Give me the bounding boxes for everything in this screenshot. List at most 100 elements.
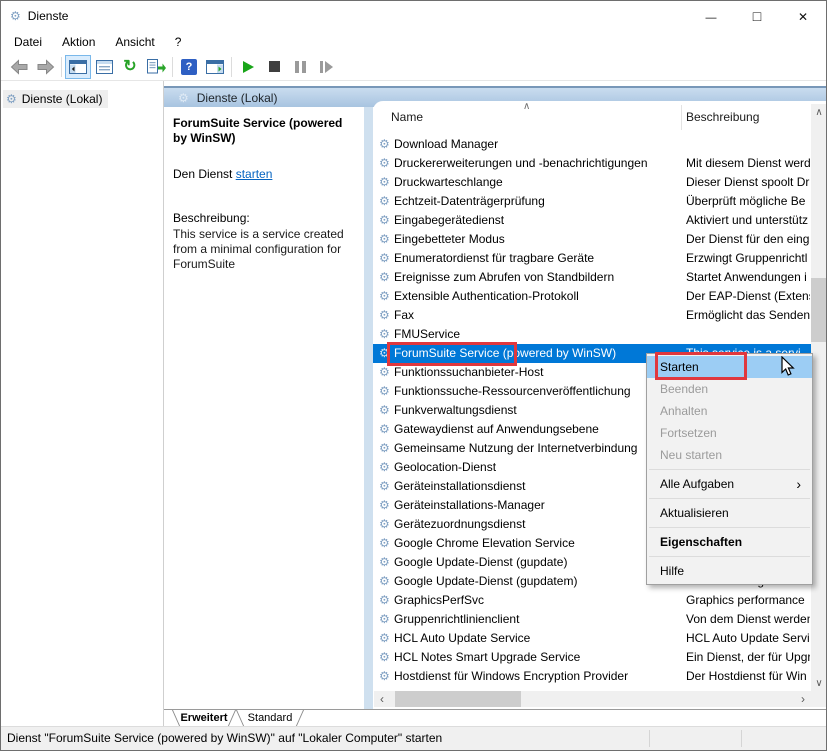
status-text: Dienst "ForumSuite Service (powered by W… xyxy=(7,731,442,745)
list-item-extensible-authentication-protokoll[interactable]: Extensible Authentication-Protokoll Der E… xyxy=(373,287,811,306)
service-gear-icon xyxy=(379,537,390,549)
help-icon xyxy=(181,59,197,75)
service-gear-icon xyxy=(379,423,390,435)
list-item-gruppenrichtlinienclient[interactable]: GruppenrichtlinienclientVon dem Dienst w… xyxy=(373,610,811,629)
toolbar-show-action-pane-button[interactable] xyxy=(202,55,228,79)
list-item-enumeratordienst-f-r-tragbare-ger-te[interactable]: Enumeratordienst für tragbare GeräteErzw… xyxy=(373,249,811,268)
service-name: Funktionssuchanbieter-Host xyxy=(394,365,543,379)
menu-separator xyxy=(649,469,810,470)
service-action-prefix: Den Dienst xyxy=(173,167,236,181)
service-description: Aktiviert und unterstütz xyxy=(686,213,810,227)
window-controls xyxy=(688,1,826,31)
service-description: Graphics performance xyxy=(686,593,810,607)
toolbar-refresh-button[interactable] xyxy=(117,55,143,79)
context-menu-item-fortsetzen[interactable]: Fortsetzen xyxy=(647,422,812,444)
list-item-fax[interactable]: FaxErmöglicht das Senden xyxy=(373,306,811,325)
service-action: Den Dienst starten xyxy=(173,167,272,181)
service-gear-icon xyxy=(379,157,390,169)
toolbar-back-button[interactable] xyxy=(6,55,32,79)
minimize-button[interactable] xyxy=(688,1,734,31)
pause-service-icon xyxy=(295,61,306,73)
tab-erweitert[interactable]: Erweitert xyxy=(172,710,236,728)
toolbar-restart-service-button[interactable] xyxy=(313,55,339,79)
service-name: Echtzeit-Datenträgerprüfung xyxy=(394,194,545,208)
service-name: Ereignisse zum Abrufen von Standbildern xyxy=(394,270,614,284)
list-item-graphicsperfsvc[interactable]: GraphicsPerfSvcGraphics performance xyxy=(373,591,811,610)
toolbar-stop-service-button[interactable] xyxy=(261,55,287,79)
service-name: FMUService xyxy=(394,327,460,341)
service-name: Extensible Authentication-Protokoll xyxy=(394,289,579,303)
column-header-name[interactable]: Name xyxy=(391,110,423,124)
menu-?[interactable]: ? xyxy=(165,32,192,52)
menu-separator xyxy=(649,498,810,499)
maximize-button[interactable] xyxy=(734,1,780,31)
back-icon xyxy=(10,59,29,75)
services-app-icon xyxy=(10,10,21,22)
list-item-druckererweiterungen-und-benachrichtigungen[interactable]: Druckererweiterungen und -benachrichtigu… xyxy=(373,154,811,173)
close-button[interactable] xyxy=(780,1,826,31)
toolbar-show-console-tree-button[interactable] xyxy=(65,55,91,79)
toolbar-pause-service-button[interactable] xyxy=(287,55,313,79)
scroll-down-icon[interactable] xyxy=(811,675,827,691)
list-item-hcl-auto-update-service[interactable]: HCL Auto Update ServiceHCL Auto Update S… xyxy=(373,629,811,648)
service-gear-icon xyxy=(379,290,390,302)
statusbar-divider xyxy=(741,730,742,747)
list-item-echtzeit-datentr-gerpr-fung[interactable]: Echtzeit-DatenträgerprüfungÜberprüft mög… xyxy=(373,192,811,211)
start-service-icon xyxy=(243,61,254,73)
sort-ascending-icon xyxy=(523,101,530,112)
menu-ansicht[interactable]: Ansicht xyxy=(105,32,164,52)
service-description: Der Dienst für den eing xyxy=(686,232,810,246)
start-service-link[interactable]: starten xyxy=(236,167,273,181)
toolbar-start-service-button[interactable] xyxy=(235,55,261,79)
export-list-icon xyxy=(147,59,166,74)
context-menu-item-anhalten[interactable]: Anhalten xyxy=(647,400,812,422)
description-text: This service is a service created from a… xyxy=(173,227,369,272)
context-menu-item-neu-starten[interactable]: Neu starten xyxy=(647,444,812,466)
scroll-up-icon[interactable] xyxy=(811,104,827,120)
list-item-eingebetteter-modus[interactable]: Eingebetteter ModusDer Dienst für den ei… xyxy=(373,230,811,249)
tree-item-dienste-lokal[interactable]: Dienste (Lokal) xyxy=(3,90,108,108)
toolbar-properties-button[interactable] xyxy=(91,55,117,79)
service-description: Der EAP-Dienst (Extens xyxy=(686,289,810,303)
vertical-scrollbar-thumb[interactable] xyxy=(811,278,827,342)
menu-separator xyxy=(649,556,810,557)
horizontal-scrollbar[interactable] xyxy=(374,691,811,707)
services-gear-icon xyxy=(178,92,189,104)
show-console-tree-icon xyxy=(69,60,87,74)
title-bar: Dienste xyxy=(1,1,826,31)
tab-label: Standard xyxy=(236,710,304,726)
service-name: Funkverwaltungsdienst xyxy=(394,403,517,417)
restart-service-icon xyxy=(320,61,333,73)
column-header-beschreibung[interactable]: Beschreibung xyxy=(686,110,759,124)
scroll-right-icon[interactable] xyxy=(795,691,811,707)
list-item-eingabeger-tedienst[interactable]: EingabegerätedienstAktiviert und unterst… xyxy=(373,211,811,230)
context-menu-item-eigenschaften[interactable]: Eigenschaften xyxy=(647,531,812,553)
service-name: Funktionssuche-Ressourcenveröffentlichun… xyxy=(394,384,631,398)
maximize-icon xyxy=(753,8,761,24)
list-item-download-manager[interactable]: Download Manager xyxy=(373,135,811,154)
refresh-icon xyxy=(123,59,136,75)
context-menu-item-alle-aufgaben[interactable]: Alle Aufgaben xyxy=(647,473,812,495)
close-icon xyxy=(798,9,808,24)
tab-standard[interactable]: Standard xyxy=(236,710,304,728)
service-name: Gerätezuordnungsdienst xyxy=(394,517,525,531)
scroll-left-icon[interactable] xyxy=(374,691,390,707)
service-gear-icon xyxy=(379,556,390,568)
column-separator[interactable] xyxy=(681,105,682,130)
horizontal-scrollbar-thumb[interactable] xyxy=(395,691,521,707)
service-gear-icon xyxy=(379,480,390,492)
menu-datei[interactable]: Datei xyxy=(4,32,52,52)
toolbar-help-button[interactable] xyxy=(176,55,202,79)
context-menu-item-aktualisieren[interactable]: Aktualisieren xyxy=(647,502,812,524)
list-item-hostdienst-f-r-windows-encryption-provider[interactable]: Hostdienst für Windows Encryption Provid… xyxy=(373,667,811,686)
toolbar-forward-button[interactable] xyxy=(32,55,58,79)
list-item-druckwarteschlange[interactable]: DruckwarteschlangeDieser Dienst spoolt D… xyxy=(373,173,811,192)
list-item-hcl-notes-smart-upgrade-service[interactable]: HCL Notes Smart Upgrade ServiceEin Diens… xyxy=(373,648,811,667)
menu-aktion[interactable]: Aktion xyxy=(52,32,105,52)
vertical-scrollbar[interactable] xyxy=(811,104,827,691)
list-item-ereignisse-zum-abrufen-von-standbildern[interactable]: Ereignisse zum Abrufen von StandbildernS… xyxy=(373,268,811,287)
toolbar-export-list-button[interactable] xyxy=(143,55,169,79)
context-menu-item-hilfe[interactable]: Hilfe xyxy=(647,560,812,582)
tree-item-label: Dienste (Lokal) xyxy=(22,92,103,106)
pane-header-label: Dienste (Lokal) xyxy=(197,91,278,105)
